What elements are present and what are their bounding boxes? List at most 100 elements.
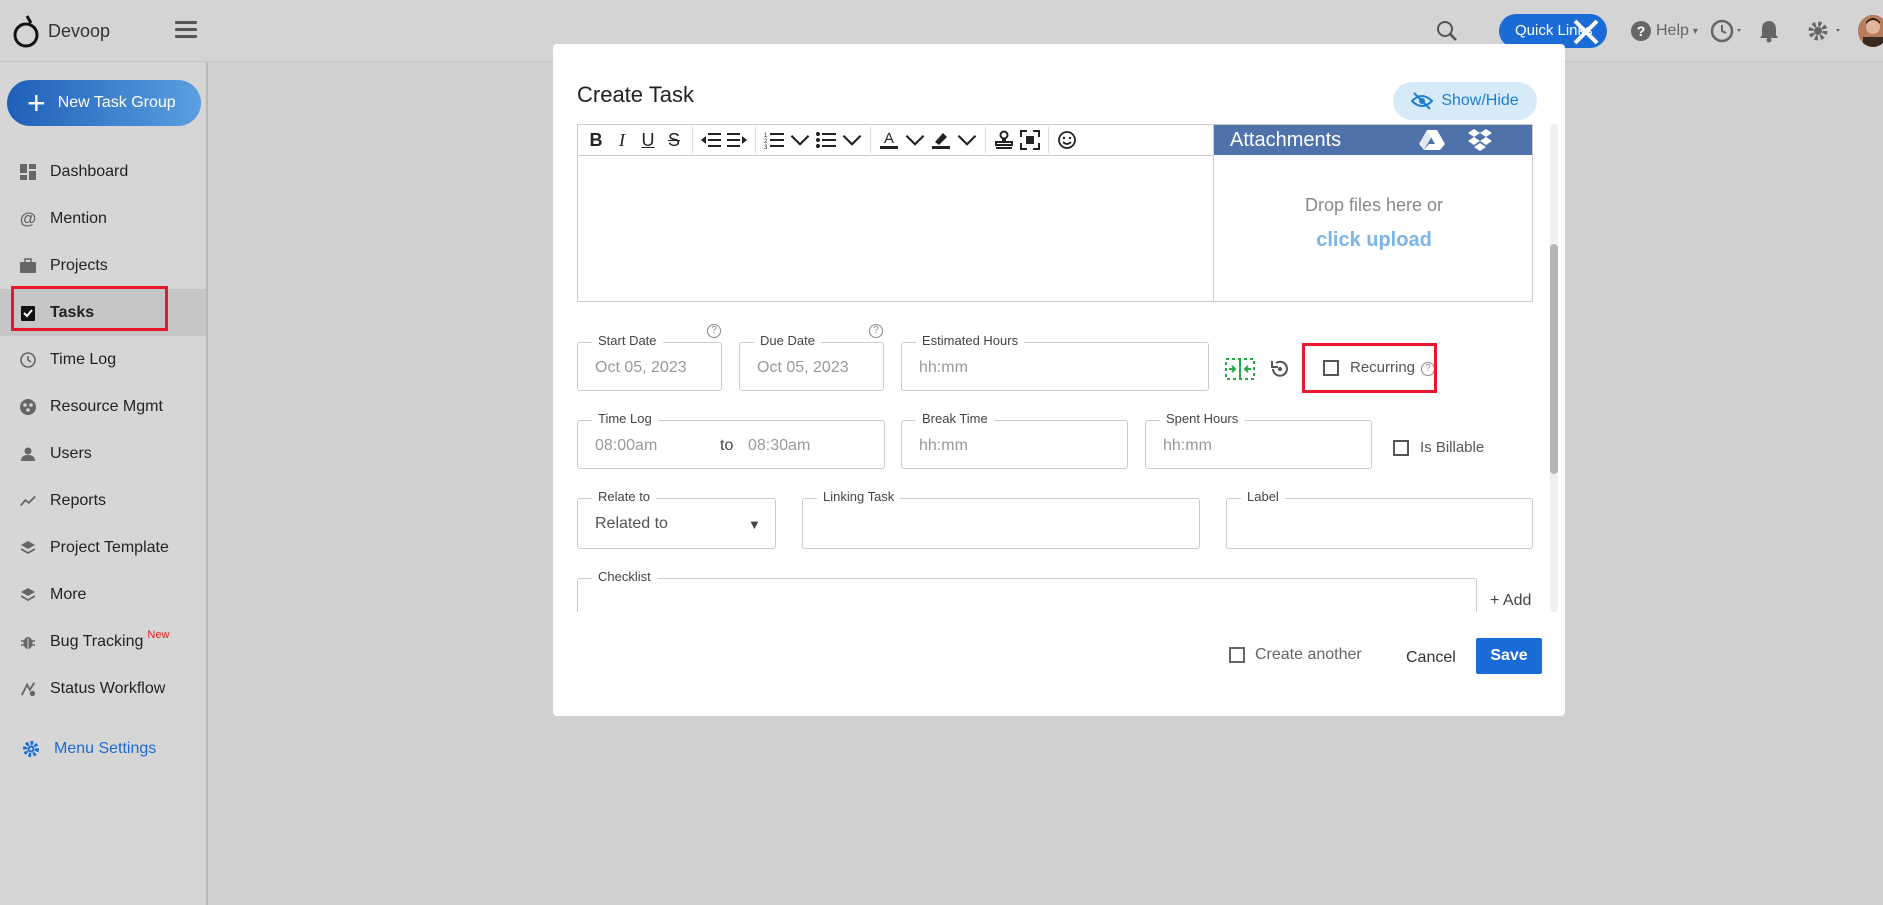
label-field-label: Label [1241,489,1285,504]
checklist-field[interactable]: Checklist [577,569,1477,612]
sidebar-item-reports[interactable]: Reports [0,477,206,524]
chevron-down-icon[interactable] [842,128,862,152]
fullscreen-icon[interactable] [1020,128,1040,152]
underline-icon[interactable]: U [638,128,658,152]
menu-settings-link[interactable]: Menu Settings [22,740,156,758]
sidebar-item-bug-tracking[interactable]: Bug Tracking New [0,618,206,665]
estimated-hours-field[interactable]: Estimated Hours hh:mm [901,333,1209,391]
bold-icon[interactable]: B [586,128,606,152]
new-task-group-label: New Task Group [57,94,176,111]
label-field[interactable]: Label [1226,489,1533,549]
create-another-label: Create another [1255,646,1362,663]
sidebar-item-dashboard[interactable]: Dashboard [0,148,206,195]
sidebar-item-projects[interactable]: Projects [0,242,206,289]
close-icon[interactable] [1568,14,1604,50]
help-menu[interactable]: ? Help ▾ [1630,20,1698,42]
sidebar-item-label: Dashboard [50,162,129,180]
toolbar-divider [870,127,871,153]
dashboard-icon [20,163,36,180]
break-time-label: Break Time [916,411,994,426]
bug-icon [20,634,36,650]
user-avatar[interactable] [1858,15,1883,47]
emoji-icon[interactable] [1057,128,1077,152]
modal-footer: Create another Cancel Save [553,636,1565,696]
history-clock-icon[interactable] [1710,19,1746,43]
sidebar-nav: Dashboard @ Mention Projects Tasks Time … [0,148,206,712]
new-task-group-button[interactable]: + New Task Group [7,80,201,126]
toolbar-divider [985,127,986,153]
sidebar-item-label: Resource Mgmt [50,397,163,415]
hamburger-menu-icon[interactable] [175,21,197,39]
create-another-option[interactable]: Create another [1229,646,1362,664]
modal-scrollbar[interactable] [1550,124,1558,612]
indent-icon[interactable] [727,128,747,152]
google-drive-icon[interactable] [1419,129,1446,151]
sidebar-item-status-workflow[interactable]: Status Workflow [0,665,206,712]
attachments-panel: Attachments Drop files here or click upl… [1213,124,1533,302]
description-editor[interactable]: B I U S 123 A [577,124,1214,302]
break-time-field[interactable]: Break Time hh:mm [901,411,1128,469]
sidebar-item-mention[interactable]: @ Mention [0,195,206,242]
show-hide-button[interactable]: Show/Hide [1393,82,1537,120]
checklist-label: Checklist [592,569,657,584]
bullet-list-icon[interactable] [816,128,836,152]
svg-text:A: A [884,130,894,147]
sidebar-item-label: More [50,585,87,603]
gear-icon [23,741,39,757]
sidebar-item-label: Bug Tracking [50,632,144,650]
ordered-list-icon[interactable]: 123 [764,128,784,152]
sidebar-item-users[interactable]: Users [0,430,206,477]
relate-to-value: Related to [595,515,668,532]
create-another-checkbox[interactable] [1229,647,1245,663]
click-upload-link[interactable]: click upload [1214,229,1534,252]
resource-icon [20,398,36,415]
settings-gear-icon[interactable] [1806,19,1846,43]
due-date-field[interactable]: Due Date Oct 05, 2023 [739,333,884,391]
caret-down-icon: ▾ [1692,25,1698,37]
stamp-icon[interactable] [994,128,1014,152]
new-badge: New [147,628,170,641]
add-checklist-button[interactable]: + Add [1490,592,1531,610]
due-date-help-icon[interactable]: ? [869,324,883,338]
text-color-icon[interactable]: A [879,128,899,152]
cancel-button[interactable]: Cancel [1398,643,1464,673]
time-log-label: Time Log [592,411,658,426]
sidebar-item-label: Projects [50,256,108,274]
strikethrough-icon[interactable]: S [664,128,684,152]
svg-text:3: 3 [764,145,768,151]
chevron-down-icon[interactable] [790,128,810,152]
chevron-down-icon[interactable] [957,128,977,152]
linking-task-field[interactable]: Linking Task [802,489,1200,549]
sidebar-item-more[interactable]: More [0,571,206,618]
menu-settings-label: Menu Settings [54,740,157,757]
help-circle-icon: ? [1631,21,1651,41]
split-columns-icon[interactable] [1225,358,1255,380]
highlighter-icon[interactable] [931,128,951,152]
start-date-field[interactable]: Start Date Oct 05, 2023 [577,333,722,391]
sidebar-item-label: Reports [50,491,107,509]
spent-hours-placeholder: hh:mm [1163,437,1212,454]
scrollbar-thumb[interactable] [1550,244,1558,474]
editor-toolbar: B I U S 123 A [578,125,1213,156]
sidebar-item-project-template[interactable]: Project Template [0,524,206,571]
chevron-down-icon[interactable] [905,128,925,152]
tasks-highlight-box [11,286,168,331]
search-icon[interactable] [1436,20,1458,42]
dropbox-icon[interactable] [1467,128,1493,152]
italic-icon[interactable]: I [612,128,632,152]
time-log-field[interactable]: Time Log 08:00am to 08:30am [577,411,885,469]
start-date-help-icon[interactable]: ? [707,324,721,338]
modal-title: Create Task [577,82,694,107]
outdent-icon[interactable] [701,128,721,152]
sidebar-item-time-log[interactable]: Time Log [0,336,206,383]
toolbar-divider [1048,127,1049,153]
sidebar-item-resource-mgmt[interactable]: Resource Mgmt [0,383,206,430]
sidebar-item-label: Users [50,444,92,462]
relate-to-select[interactable]: Relate to Related to ▼ [577,489,776,549]
bell-icon[interactable] [1758,19,1780,43]
save-button[interactable]: Save [1476,638,1542,674]
history-icon[interactable] [1269,358,1291,380]
toolbar-divider [692,127,693,153]
spent-hours-field[interactable]: Spent Hours hh:mm [1145,411,1372,469]
is-billable-checkbox[interactable] [1393,440,1409,456]
